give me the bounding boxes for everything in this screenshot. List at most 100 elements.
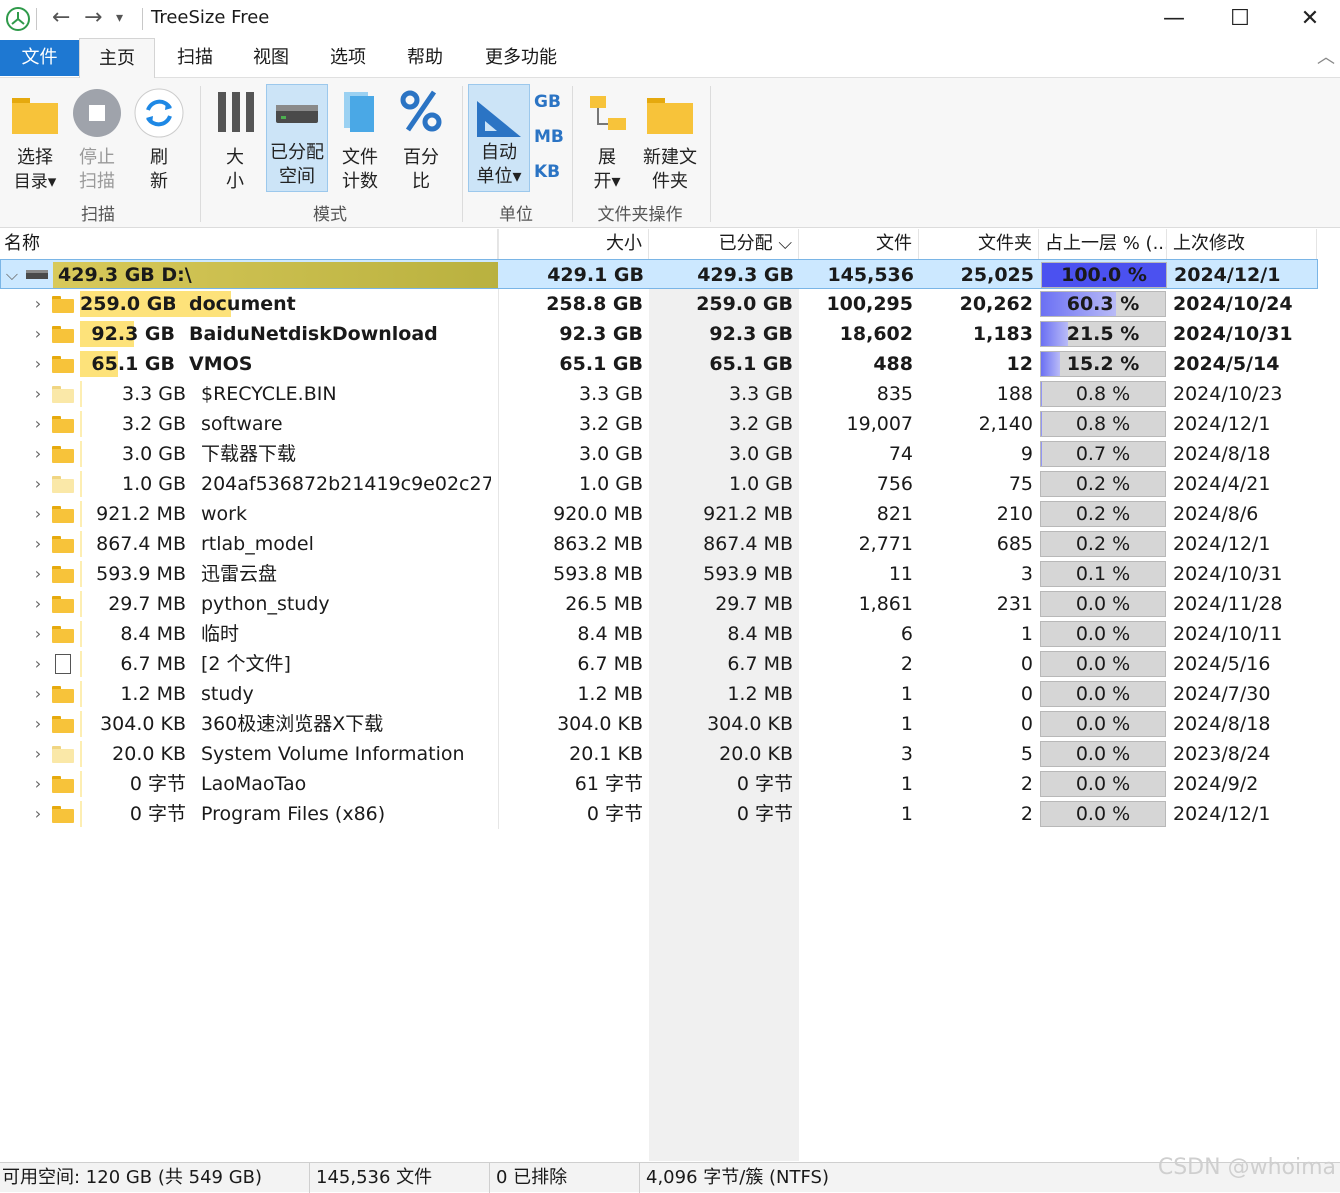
auto-unit-label-1: 自动: [469, 141, 529, 165]
file-icon: [55, 654, 71, 674]
row-percent-bar: 0.0 %: [1040, 771, 1166, 797]
root-folders: 25,025: [920, 260, 1034, 290]
row-folder-name: python_study: [201, 589, 491, 619]
forward-arrow-icon[interactable]: →: [84, 5, 102, 31]
new-folder-button[interactable]: 新建文件夹: [638, 84, 702, 198]
table-row-root[interactable]: ⌵ 429.3 GB D:\ 429.1 GB 429.3 GB 145,536…: [0, 259, 1318, 289]
row-size: 258.8 GB: [498, 289, 643, 319]
expand-chevron-icon[interactable]: ›: [30, 559, 46, 589]
expand-chevron-icon[interactable]: ›: [30, 319, 46, 349]
row-percent: 0.0 %: [1076, 803, 1130, 825]
expand-chevron-icon[interactable]: ›: [30, 589, 46, 619]
expand-chevron-icon[interactable]: ›: [30, 349, 46, 379]
expand-chevron-icon[interactable]: ›: [30, 469, 46, 499]
row-folders: 0: [919, 649, 1033, 679]
tab-scan[interactable]: 扫描: [160, 38, 230, 78]
table-row[interactable]: ›0 字节Program Files (x86)0 字节0 字节120.0 %2…: [0, 799, 1318, 829]
unit-gb-button[interactable]: GB: [534, 92, 561, 112]
expand-chevron-icon[interactable]: ›: [30, 409, 46, 439]
row-size-label: 0 字节: [80, 799, 186, 829]
auto-unit-button[interactable]: 自动单位▾: [468, 84, 530, 192]
tab-options[interactable]: 选项: [313, 38, 383, 78]
column-header-modified[interactable]: 上次修改: [1167, 229, 1317, 259]
expand-chevron-icon[interactable]: ›: [30, 439, 46, 469]
column-header-percent[interactable]: 占上一层 % (...: [1039, 229, 1167, 259]
columns-icon: [214, 90, 258, 134]
column-header-allocated[interactable]: 已分配 ⌵: [649, 229, 799, 259]
ribbon-group-scan-label: 扫描: [60, 200, 136, 225]
column-header-row: 名称 大小 已分配 ⌵ 文件 文件夹 占上一层 % (... 上次修改: [0, 229, 1340, 259]
row-folder-name: software: [201, 409, 491, 439]
tab-home[interactable]: 主页: [79, 38, 155, 79]
column-header-size[interactable]: 大小: [498, 229, 649, 259]
expand-chevron-icon[interactable]: ›: [30, 289, 46, 319]
unit-mb-button[interactable]: MB: [534, 127, 564, 147]
tab-file[interactable]: 文件: [0, 40, 79, 76]
expand-chevron-icon[interactable]: ›: [30, 709, 46, 739]
table-row[interactable]: ›593.9 MB迅雷云盘593.8 MB593.9 MB1130.1 %202…: [0, 559, 1318, 589]
table-row[interactable]: ›3.2 GBsoftware3.2 GB3.2 GB19,0072,1400.…: [0, 409, 1318, 439]
expand-chevron-icon[interactable]: ›: [30, 799, 46, 829]
treesize-app-icon[interactable]: [5, 6, 31, 32]
auto-unit-label-2: 单位▾: [469, 165, 529, 189]
table-row[interactable]: ›0 字节LaoMaoTao61 字节0 字节120.0 %2024/9/2: [0, 769, 1318, 799]
row-percent-bar: 0.0 %: [1040, 621, 1166, 647]
row-allocated: 867.4 MB: [649, 529, 793, 559]
quick-access-dropdown-icon[interactable]: ▾: [116, 5, 123, 31]
column-header-name[interactable]: 名称: [0, 229, 498, 259]
collapse-chevron-icon[interactable]: ⌵: [4, 260, 20, 290]
table-row[interactable]: ›1.2 MBstudy1.2 MB1.2 MB100.0 %2024/7/30: [0, 679, 1318, 709]
row-percent-bar: 0.1 %: [1040, 561, 1166, 587]
size-mode-button[interactable]: 大小: [208, 84, 262, 198]
back-arrow-icon[interactable]: ←: [52, 5, 70, 31]
table-row[interactable]: ›3.3 GB$RECYCLE.BIN3.3 GB3.3 GB8351880.8…: [0, 379, 1318, 409]
folder-icon: [52, 686, 74, 703]
table-row[interactable]: ›921.2 MBwork920.0 MB921.2 MB8212100.2 %…: [0, 499, 1318, 529]
expand-chevron-icon[interactable]: ›: [30, 379, 46, 409]
maximize-button[interactable]: ☐: [1210, 2, 1270, 34]
row-folder-name: 360极速浏览器X下载: [201, 709, 491, 739]
table-row[interactable]: ›65.1 GBVMOS65.1 GB65.1 GB4881215.2 %202…: [0, 349, 1318, 379]
expand-chevron-icon[interactable]: ›: [30, 619, 46, 649]
column-header-folders[interactable]: 文件夹: [919, 229, 1039, 259]
unit-kb-button[interactable]: KB: [534, 162, 560, 182]
select-directory-button[interactable]: 选择目录▾: [6, 84, 64, 198]
table-row[interactable]: ›867.4 MBrtlab_model863.2 MB867.4 MB2,77…: [0, 529, 1318, 559]
table-row[interactable]: ›304.0 KB360极速浏览器X下载304.0 KB304.0 KB100.…: [0, 709, 1318, 739]
column-header-files[interactable]: 文件: [799, 229, 919, 259]
percent-mode-button[interactable]: 百分比: [392, 84, 450, 198]
expand-chevron-icon[interactable]: ›: [30, 769, 46, 799]
row-files: 821: [799, 499, 913, 529]
row-folders: 0: [919, 709, 1033, 739]
close-button[interactable]: ✕: [1280, 2, 1340, 34]
row-size-label: 6.7 MB: [80, 649, 186, 679]
expand-chevron-icon[interactable]: ›: [30, 499, 46, 529]
stop-scan-button[interactable]: 停止扫描: [68, 84, 126, 198]
collapse-ribbon-icon[interactable]: ︿: [1312, 38, 1340, 78]
row-percent-bar: 0.0 %: [1040, 741, 1166, 767]
tab-help[interactable]: 帮助: [390, 38, 460, 78]
row-size-label: 1.2 MB: [80, 679, 186, 709]
table-row[interactable]: ›8.4 MB临时8.4 MB8.4 MB610.0 %2024/10/11: [0, 619, 1318, 649]
expand-chevron-icon[interactable]: ›: [30, 649, 46, 679]
tab-view[interactable]: 视图: [236, 38, 306, 78]
table-row[interactable]: ›1.0 GB204af536872b21419c9e02c272...1.0 …: [0, 469, 1318, 499]
allocated-space-mode-button[interactable]: 已分配空间: [266, 84, 328, 192]
expand-chevron-icon[interactable]: ›: [30, 529, 46, 559]
minimize-button[interactable]: —: [1144, 2, 1204, 34]
row-allocated: 29.7 MB: [649, 589, 793, 619]
row-size-label: 8.4 MB: [80, 619, 186, 649]
expand-chevron-icon[interactable]: ›: [30, 679, 46, 709]
tab-more-features[interactable]: 更多功能: [476, 38, 566, 78]
expand-chevron-icon[interactable]: ›: [30, 739, 46, 769]
refresh-button[interactable]: 刷新: [130, 84, 188, 198]
table-row[interactable]: ›6.7 MB[2 个文件]6.7 MB6.7 MB200.0 %2024/5/…: [0, 649, 1318, 679]
file-count-mode-button[interactable]: 文件计数: [332, 84, 388, 198]
table-row[interactable]: ›20.0 KBSystem Volume Information20.1 KB…: [0, 739, 1318, 769]
table-row[interactable]: ›29.7 MBpython_study26.5 MB29.7 MB1,8612…: [0, 589, 1318, 619]
expand-button[interactable]: 展开▾: [580, 84, 634, 198]
table-row[interactable]: ›92.3 GBBaiduNetdiskDownload92.3 GB92.3 …: [0, 319, 1318, 349]
table-row[interactable]: ›3.0 GB下载器下载3.0 GB3.0 GB7490.7 %2024/8/1…: [0, 439, 1318, 469]
table-row[interactable]: ›259.0 GBdocument258.8 GB259.0 GB100,295…: [0, 289, 1318, 319]
stop-scan-label-2: 扫描: [68, 170, 126, 194]
